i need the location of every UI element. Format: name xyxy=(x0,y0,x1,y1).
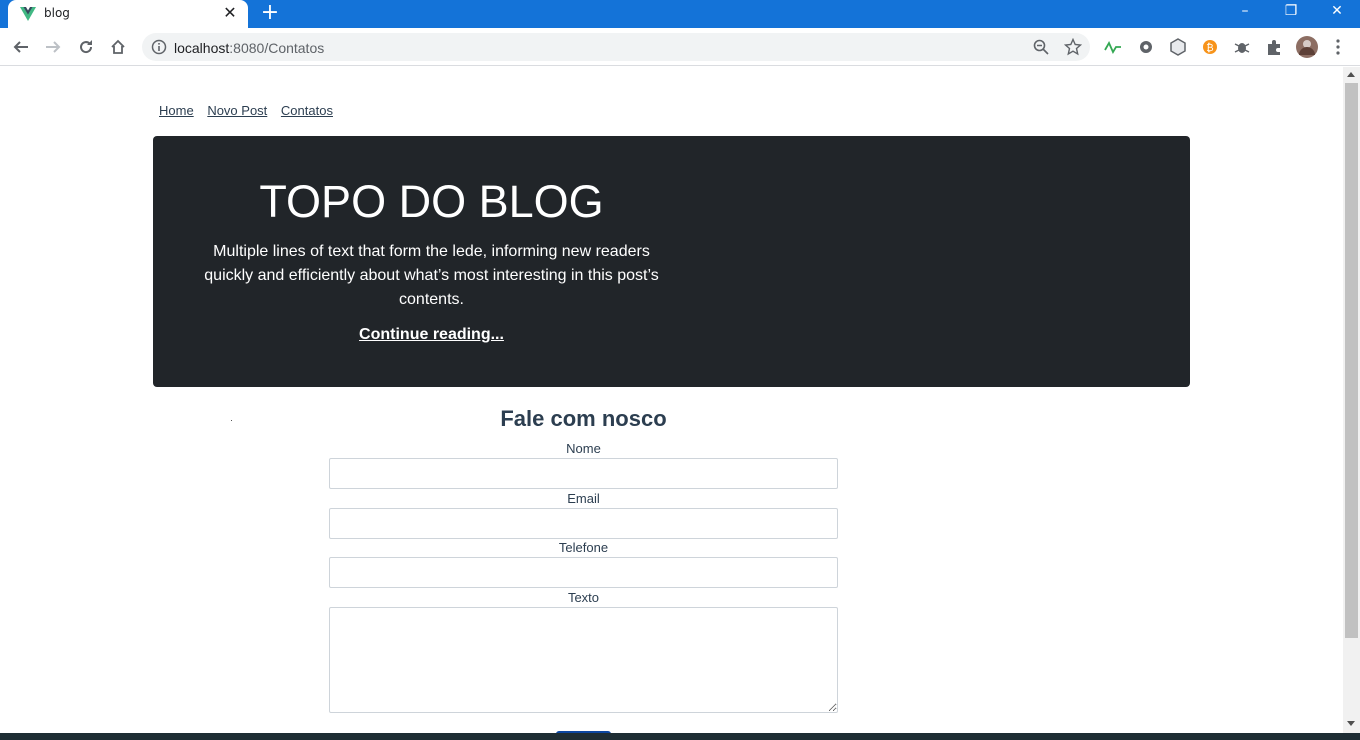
telefone-label: Telefone xyxy=(558,540,609,555)
star-icon[interactable] xyxy=(1064,38,1082,56)
nav-link-home[interactable]: Home xyxy=(159,103,194,118)
zoom-icon[interactable] xyxy=(1032,38,1050,56)
continue-reading-link[interactable]: Continue reading... xyxy=(359,326,504,343)
extension-bug-icon[interactable] xyxy=(1233,38,1251,56)
nome-label: Nome xyxy=(566,441,601,456)
avatar[interactable] xyxy=(1296,36,1318,58)
extension-pulse-icon[interactable] xyxy=(1104,38,1122,56)
close-tab-icon[interactable]: ✕ xyxy=(220,4,240,24)
email-field[interactable] xyxy=(329,508,838,539)
vertical-scrollbar[interactable] xyxy=(1343,67,1360,733)
home-icon xyxy=(111,39,125,54)
url-text: localhost:8080/Contatos xyxy=(174,40,325,56)
reload-icon xyxy=(80,40,93,54)
restore-button[interactable]: ❐ xyxy=(1268,0,1314,24)
vue-logo-icon xyxy=(20,7,36,21)
tab-strip: blog ✕ + – ❐ ✕ xyxy=(0,0,1360,28)
puzzle-icon[interactable] xyxy=(1265,38,1283,56)
back-button[interactable] xyxy=(9,35,33,59)
extension-bitcoin-icon[interactable]: ₿ xyxy=(1201,38,1219,56)
tab-title: blog xyxy=(44,6,70,20)
forward-icon xyxy=(46,41,61,53)
hero-lede: Multiple lines of text that form the led… xyxy=(204,243,659,308)
hero-link-wrapper: Continue reading... xyxy=(153,326,710,344)
hero-jumbotron: TOPO DO BLOG Multiple lines of text that… xyxy=(153,136,1190,387)
address-bar[interactable]: localhost:8080/Contatos xyxy=(142,33,1090,61)
scroll-thumb[interactable] xyxy=(1345,83,1358,638)
texto-textarea[interactable] xyxy=(329,607,838,713)
close-window-button[interactable]: ✕ xyxy=(1314,0,1360,24)
page-viewport: Home Novo Post Contatos TOPO DO BLOG Mul… xyxy=(0,67,1343,733)
stray-dot xyxy=(231,420,232,421)
forward-button[interactable] xyxy=(41,35,65,59)
new-tab-button[interactable]: + xyxy=(258,2,282,26)
scroll-up-icon[interactable] xyxy=(1347,72,1355,77)
minimize-button[interactable]: – xyxy=(1222,0,1268,24)
nav-link-novo-post[interactable]: Novo Post xyxy=(207,103,267,118)
browser-toolbar: localhost:8080/Contatos ₿ xyxy=(0,28,1360,66)
extension-cube-icon[interactable] xyxy=(1169,38,1187,56)
texto-label: Texto xyxy=(567,590,600,605)
nav-link-contatos[interactable]: Contatos xyxy=(281,103,333,118)
nome-field[interactable] xyxy=(329,458,838,489)
email-label: Email xyxy=(567,491,600,506)
menu-icon[interactable] xyxy=(1329,38,1347,56)
contact-form-title: Fale com nosco xyxy=(500,406,667,431)
back-icon xyxy=(13,41,28,53)
extension-gear-icon[interactable] xyxy=(1137,38,1155,56)
hero-title: TOPO DO BLOG xyxy=(259,176,604,227)
site-nav: Home Novo Post Contatos xyxy=(159,103,343,118)
reload-button[interactable] xyxy=(74,35,98,59)
scroll-down-icon[interactable] xyxy=(1347,721,1355,726)
svg-text:₿: ₿ xyxy=(1206,42,1213,54)
telefone-field[interactable] xyxy=(329,557,838,588)
home-button[interactable] xyxy=(106,35,130,59)
os-taskbar xyxy=(0,733,1360,740)
browser-tab[interactable]: blog ✕ xyxy=(8,0,248,28)
info-icon[interactable] xyxy=(151,39,167,55)
